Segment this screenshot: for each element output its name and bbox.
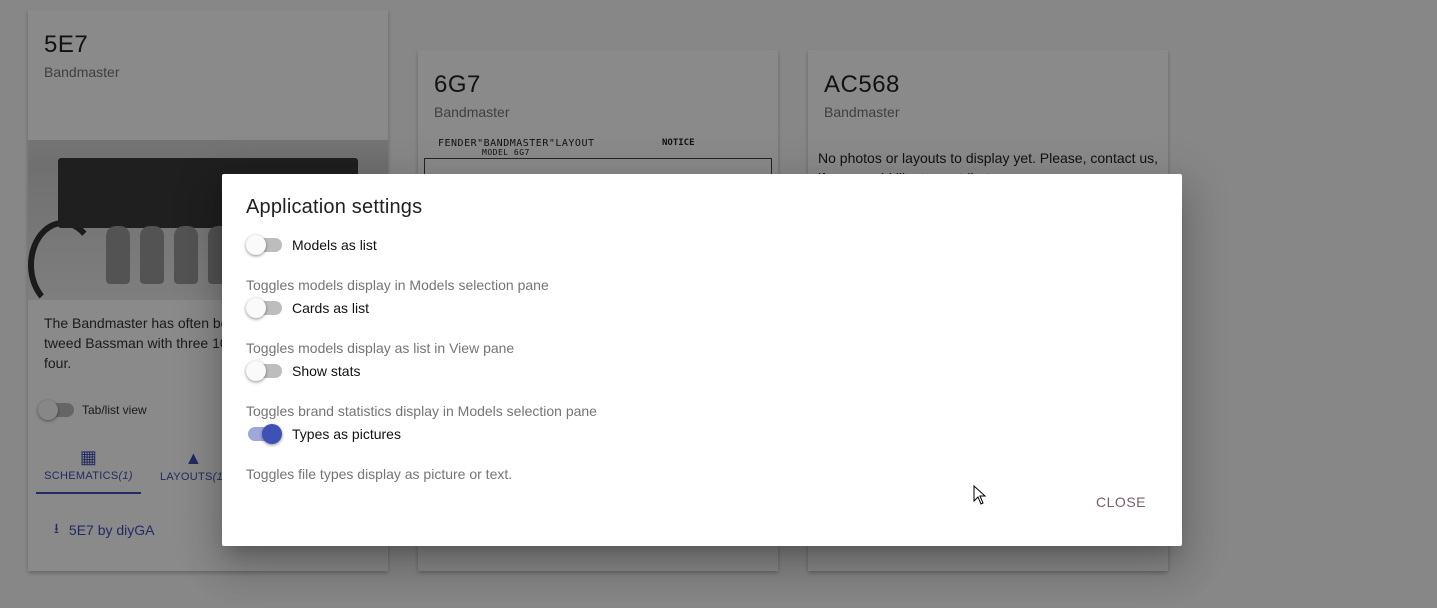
settings-dialog: Application settings Models as list Togg… [222,174,1182,546]
setting-description: Toggles brand statistics display in Mode… [246,403,597,419]
setting-label: Cards as list [292,300,370,316]
setting-types-as-pictures[interactable]: Types as pictures [246,424,401,444]
toggle-switch[interactable] [246,361,282,381]
toggle-switch[interactable] [246,235,282,255]
setting-description: Toggles models display in Models selecti… [246,277,549,293]
dialog-title: Application settings [246,196,423,218]
toggle-switch[interactable] [246,298,282,318]
close-button[interactable]: CLOSE [1096,494,1146,510]
setting-description: Toggles models display as list in View p… [246,340,515,356]
setting-label: Models as list [292,237,377,253]
mouse-cursor-icon [973,485,987,505]
setting-label: Types as pictures [292,426,401,442]
setting-label: Show stats [292,363,361,379]
toggle-switch[interactable] [246,424,282,444]
setting-description: Toggles file types display as picture or… [246,466,513,482]
setting-cards-as-list[interactable]: Cards as list [246,298,369,318]
setting-show-stats[interactable]: Show stats [246,361,360,381]
setting-models-as-list[interactable]: Models as list [246,235,377,255]
